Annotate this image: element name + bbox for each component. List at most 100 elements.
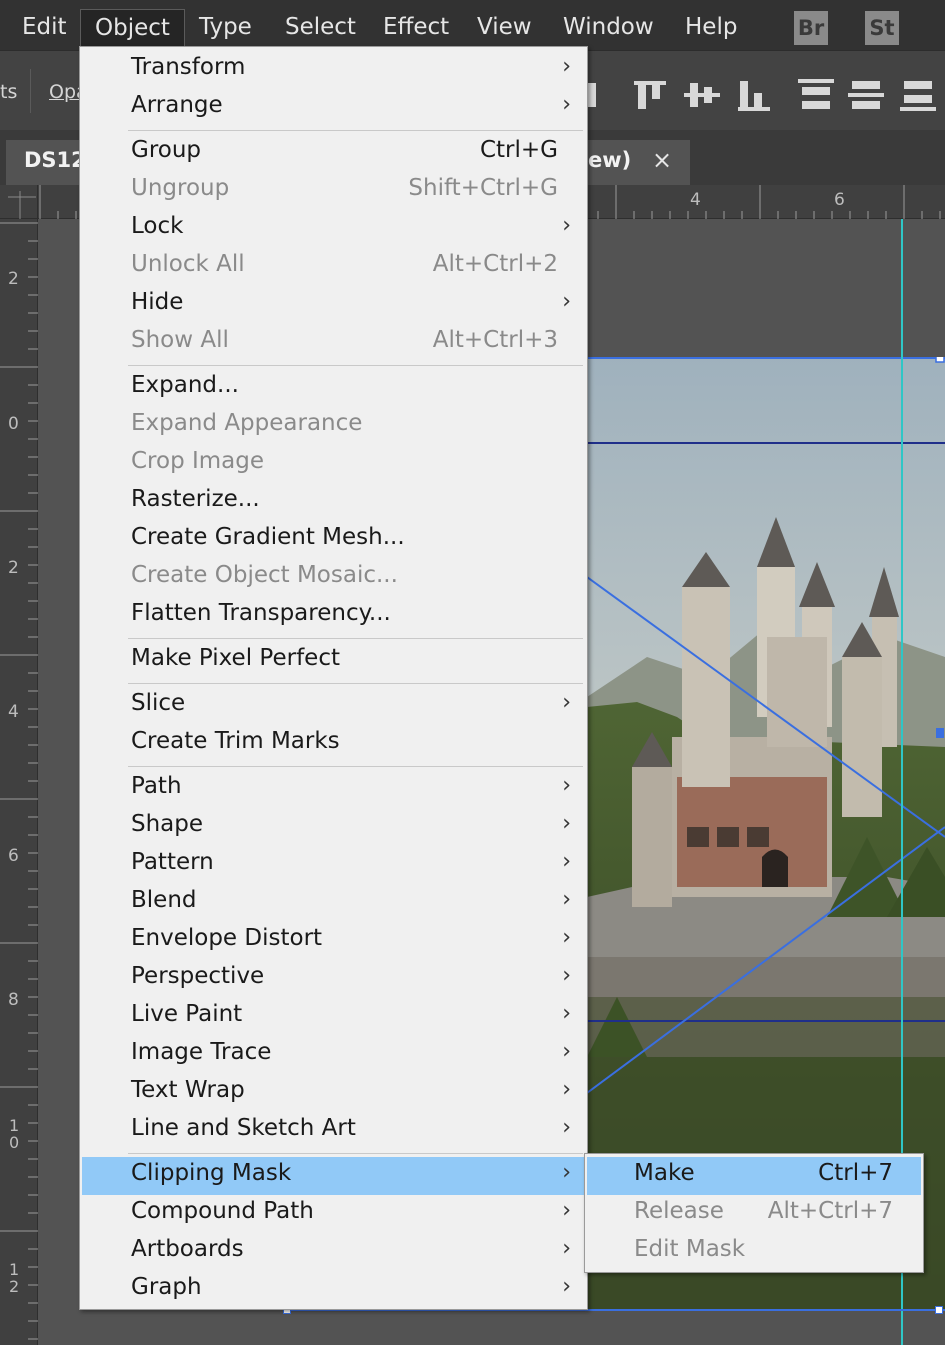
menu-item-path[interactable]: Path › bbox=[82, 770, 585, 808]
menu-item-unlock-all: Unlock All Alt+Ctrl+2 bbox=[82, 248, 585, 286]
menu-item-label: Transform bbox=[131, 54, 246, 80]
document-tab-title: DS12 bbox=[24, 148, 86, 172]
stock-app-button[interactable]: St bbox=[865, 11, 899, 45]
selection-handle[interactable] bbox=[935, 1306, 943, 1314]
menu-help[interactable]: Help bbox=[671, 9, 751, 47]
menu-item-label: Envelope Distort bbox=[131, 925, 323, 951]
ruler-origin-corner[interactable] bbox=[0, 185, 38, 219]
menu-item-pattern[interactable]: Pattern › bbox=[82, 846, 585, 884]
menu-separator bbox=[128, 365, 583, 366]
menu-item-shape[interactable]: Shape › bbox=[82, 808, 585, 846]
document-tab-view-title: ew) bbox=[588, 148, 632, 172]
menu-effect[interactable]: Effect bbox=[369, 9, 463, 47]
menu-item-lock[interactable]: Lock › bbox=[82, 210, 585, 248]
menu-item-label: Group bbox=[131, 137, 202, 163]
submenu-item-make[interactable]: Make Ctrl+7 bbox=[587, 1157, 921, 1195]
menu-item-label: Create Gradient Mesh... bbox=[131, 524, 405, 550]
menu-item-line-and-sketch-art[interactable]: Line and Sketch Art › bbox=[82, 1112, 585, 1150]
menu-item-label: Live Paint bbox=[131, 1001, 243, 1027]
submenu-item-edit-mask: Edit Mask bbox=[587, 1233, 921, 1271]
vertical-ruler-ticks bbox=[0, 222, 38, 1340]
chevron-right-icon: › bbox=[562, 925, 571, 950]
menu-item-blend[interactable]: Blend › bbox=[82, 884, 585, 922]
ruler-label: 4 bbox=[8, 702, 19, 722]
vertical-align-bottom-icon[interactable] bbox=[734, 77, 774, 113]
chevron-right-icon: › bbox=[562, 1274, 571, 1299]
menu-window[interactable]: Window bbox=[549, 9, 668, 47]
menu-item-perspective[interactable]: Perspective › bbox=[82, 960, 585, 998]
menu-item-hide[interactable]: Hide › bbox=[82, 286, 585, 324]
menu-item-label: Image Trace bbox=[131, 1039, 272, 1065]
menu-item-show-all: Show All Alt+Ctrl+3 bbox=[82, 324, 585, 362]
submenu-item-label: Make bbox=[634, 1160, 695, 1186]
menu-item-live-paint[interactable]: Live Paint › bbox=[82, 998, 585, 1036]
menu-edit[interactable]: Edit bbox=[8, 9, 81, 47]
menu-item-create-gradient-mesh[interactable]: Create Gradient Mesh... bbox=[82, 521, 585, 559]
menu-item-compound-path[interactable]: Compound Path › bbox=[82, 1195, 585, 1233]
menu-item-flatten-transparency[interactable]: Flatten Transparency... bbox=[82, 597, 585, 635]
vertical-distribute-bottom-icon[interactable] bbox=[898, 77, 938, 113]
vertical-ruler[interactable]: 2 0 2 4 6 8 1 0 1 2 bbox=[0, 219, 38, 1345]
menu-type[interactable]: Type bbox=[185, 9, 266, 47]
menu-item-label: Crop Image bbox=[131, 448, 265, 474]
bridge-app-button[interactable]: Br bbox=[794, 11, 828, 45]
menu-select[interactable]: Select bbox=[271, 9, 370, 47]
menu-item-label: Arrange bbox=[131, 92, 223, 118]
menu-item-label: Create Trim Marks bbox=[131, 728, 340, 754]
chevron-right-icon: › bbox=[562, 1160, 571, 1185]
divider bbox=[30, 69, 31, 113]
close-icon[interactable]: × bbox=[652, 146, 672, 174]
chevron-right-icon: › bbox=[562, 1236, 571, 1261]
vertical-distribute-center-icon[interactable] bbox=[846, 77, 886, 113]
menu-separator bbox=[128, 766, 583, 767]
menu-item-label: Shape bbox=[131, 811, 204, 837]
menu-item-envelope-distort[interactable]: Envelope Distort › bbox=[82, 922, 585, 960]
menu-item-ungroup: Ungroup Shift+Ctrl+G bbox=[82, 172, 585, 210]
chevron-right-icon: › bbox=[562, 289, 571, 314]
menu-item-create-trim-marks[interactable]: Create Trim Marks bbox=[82, 725, 585, 763]
menu-item-label: Compound Path bbox=[131, 1198, 314, 1224]
chevron-right-icon: › bbox=[562, 1115, 571, 1140]
menu-item-label: Slice bbox=[131, 690, 186, 716]
menu-item-label: Line and Sketch Art bbox=[131, 1115, 356, 1141]
menu-view[interactable]: View bbox=[463, 9, 546, 47]
menu-item-slice[interactable]: Slice › bbox=[82, 687, 585, 725]
menu-item-text-wrap[interactable]: Text Wrap › bbox=[82, 1074, 585, 1112]
ruler-label: 1 2 bbox=[9, 1260, 20, 1296]
chevron-right-icon: › bbox=[562, 849, 571, 874]
menu-item-shortcut: Alt+Ctrl+3 bbox=[432, 327, 558, 353]
menu-item-label: Expand... bbox=[131, 372, 239, 398]
menu-item-expand[interactable]: Expand... bbox=[82, 369, 585, 407]
menu-item-label: Create Object Mosaic... bbox=[131, 562, 398, 588]
menu-item-transform[interactable]: Transform › bbox=[82, 51, 585, 89]
ruler-label: 1 0 bbox=[9, 1116, 20, 1152]
menu-separator bbox=[128, 638, 583, 639]
document-tab[interactable]: DS12 bbox=[6, 140, 90, 185]
ruler-label: 8 bbox=[8, 990, 19, 1010]
chevron-right-icon: › bbox=[562, 773, 571, 798]
menu-item-image-trace[interactable]: Image Trace › bbox=[82, 1036, 585, 1074]
menu-item-clipping-mask[interactable]: Clipping Mask › bbox=[82, 1157, 585, 1195]
document-tab-view[interactable]: ew) × bbox=[580, 140, 690, 185]
menu-item-label: Hide bbox=[131, 289, 184, 315]
menu-separator bbox=[128, 1153, 583, 1154]
menu-item-label: Clipping Mask bbox=[131, 1160, 292, 1186]
submenu-item-release: Release Alt+Ctrl+7 bbox=[587, 1195, 921, 1233]
menu-item-shortcut: Shift+Ctrl+G bbox=[408, 175, 558, 201]
align-partial-icon[interactable] bbox=[586, 77, 626, 113]
menu-item-make-pixel-perfect[interactable]: Make Pixel Perfect bbox=[82, 642, 585, 680]
ruler-label: 2 bbox=[8, 269, 19, 289]
menu-item-artboards[interactable]: Artboards › bbox=[82, 1233, 585, 1271]
vertical-align-center-icon[interactable] bbox=[682, 77, 722, 113]
vertical-align-top-icon[interactable] bbox=[630, 77, 670, 113]
ruler-origin-icon bbox=[8, 191, 36, 219]
vertical-distribute-top-icon[interactable] bbox=[796, 77, 836, 113]
menu-object[interactable]: Object bbox=[80, 9, 185, 47]
submenu-item-shortcut: Ctrl+7 bbox=[818, 1160, 893, 1186]
menu-item-rasterize[interactable]: Rasterize... bbox=[82, 483, 585, 521]
menu-item-arrange[interactable]: Arrange › bbox=[82, 89, 585, 127]
chevron-right-icon: › bbox=[562, 887, 571, 912]
menu-item-group[interactable]: Group Ctrl+G bbox=[82, 134, 585, 172]
clipping-mask-submenu: Make Ctrl+7 Release Alt+Ctrl+7 Edit Mask bbox=[584, 1153, 924, 1273]
menu-item-graph[interactable]: Graph › bbox=[82, 1271, 585, 1309]
